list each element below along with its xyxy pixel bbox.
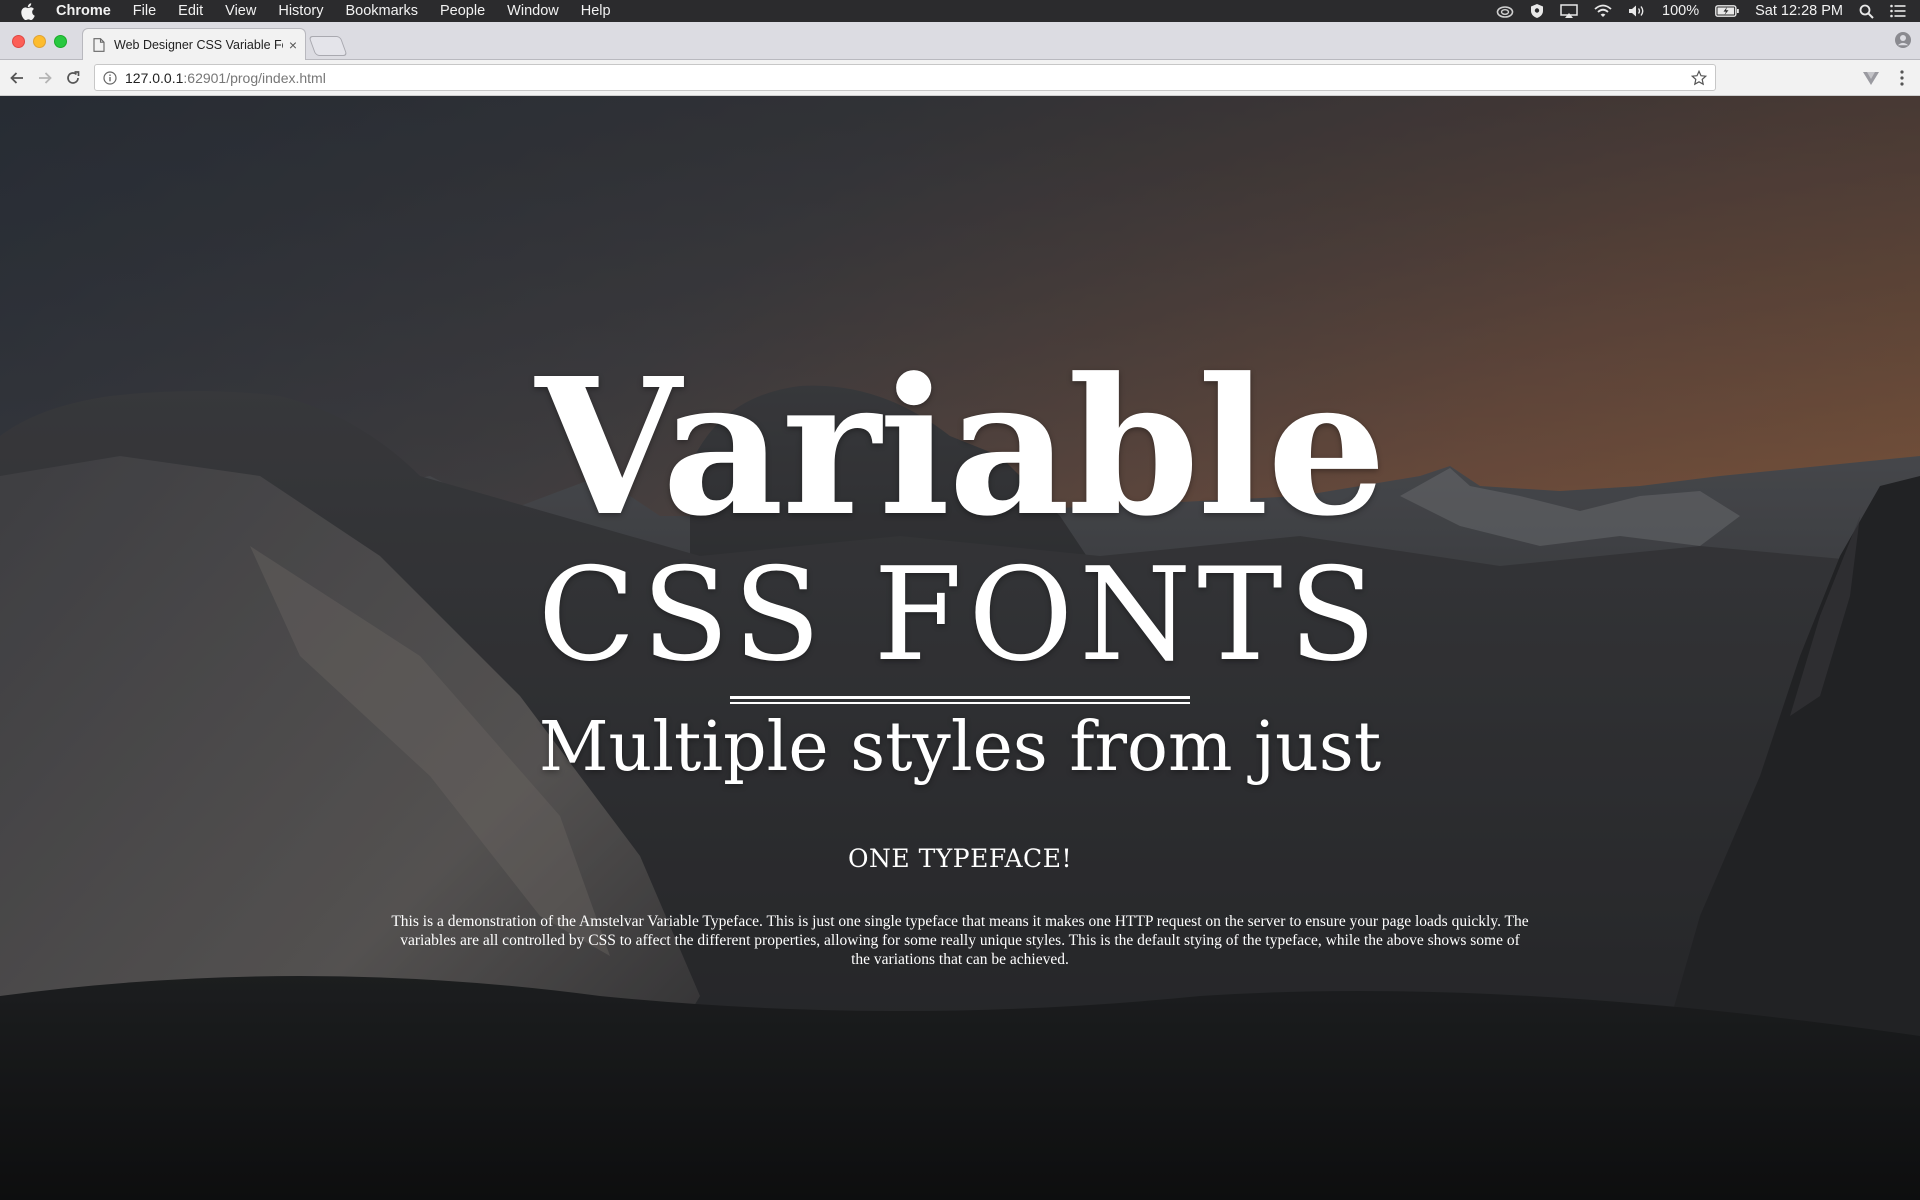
battery-icon[interactable]	[1715, 5, 1739, 17]
page-icon	[93, 37, 105, 52]
tab-title: Web Designer CSS Variable Fo	[114, 37, 283, 52]
back-arrow-icon	[10, 71, 23, 84]
url-path: :62901/prog/index.html	[183, 69, 326, 86]
airplay-icon[interactable]	[1560, 3, 1578, 19]
menu-edit[interactable]: Edit	[178, 3, 203, 19]
page-viewport[interactable]: Variable CSS FONTS Multiple styles from …	[0, 96, 1920, 1200]
double-divider	[730, 696, 1190, 704]
back-button[interactable]	[6, 67, 28, 89]
star-icon[interactable]	[1691, 69, 1707, 86]
profile-icon[interactable]	[1894, 31, 1912, 49]
volume-icon[interactable]	[1628, 4, 1646, 18]
browser-tab-active[interactable]: Web Designer CSS Variable Fo ×	[82, 28, 306, 60]
spotlight-search-icon[interactable]	[1859, 4, 1874, 19]
menu-help[interactable]: Help	[581, 3, 611, 19]
zoom-window-button[interactable]	[54, 35, 67, 48]
hero-description: This is a demonstration of the Amstelvar…	[391, 912, 1529, 968]
hero-tagline: ONE TYPEFACE!	[848, 844, 1072, 873]
reload-icon	[67, 70, 80, 84]
forward-arrow-icon	[39, 71, 52, 84]
close-icon[interactable]: ×	[289, 37, 297, 53]
minimize-window-button[interactable]	[33, 35, 46, 48]
menubar-clock[interactable]: Sat 12:28 PM	[1755, 3, 1843, 19]
new-tab-icon[interactable]	[308, 36, 348, 56]
forward-button[interactable]	[34, 67, 56, 89]
notification-center-icon[interactable]	[1890, 4, 1906, 18]
menu-history[interactable]: History	[278, 3, 323, 19]
browser-toolbar: 127.0.0.1:62901/prog/index.html	[0, 60, 1920, 96]
menubar-status-area: 100% Sat 12:28 PM	[1496, 3, 1906, 19]
browser-tab-strip: Web Designer CSS Variable Fo ×	[0, 22, 1920, 60]
menu-view[interactable]: View	[225, 3, 256, 19]
window-controls	[12, 35, 67, 48]
hero-subtitle: Multiple styles from just	[538, 708, 1382, 787]
hero-title-css-fonts: CSS FONTS	[537, 541, 1383, 690]
info-icon[interactable]	[103, 70, 117, 85]
hero-section: Variable CSS FONTS Multiple styles from …	[0, 96, 1920, 1200]
macos-menu-bar: Chrome File Edit View History Bookmarks …	[0, 0, 1920, 22]
url-host: 127.0.0.1	[125, 69, 184, 86]
extension-icon[interactable]	[1862, 69, 1880, 87]
menu-dots-icon[interactable]	[1895, 69, 1909, 87]
creative-cloud-icon[interactable]	[1496, 4, 1514, 18]
hero-title-variable: Variable	[535, 337, 1386, 558]
apple-icon[interactable]	[20, 2, 36, 20]
menu-people[interactable]: People	[440, 3, 485, 19]
close-window-button[interactable]	[12, 35, 25, 48]
menu-file[interactable]: File	[133, 3, 156, 19]
shield-icon[interactable]	[1530, 3, 1544, 19]
reload-button[interactable]	[62, 67, 84, 89]
battery-percent: 100%	[1662, 3, 1700, 19]
menu-bookmarks[interactable]: Bookmarks	[345, 3, 418, 19]
wifi-icon[interactable]	[1594, 4, 1612, 18]
menu-window[interactable]: Window	[507, 3, 559, 19]
address-bar[interactable]: 127.0.0.1:62901/prog/index.html	[94, 64, 1716, 91]
menu-app-chrome[interactable]: Chrome	[56, 3, 111, 19]
